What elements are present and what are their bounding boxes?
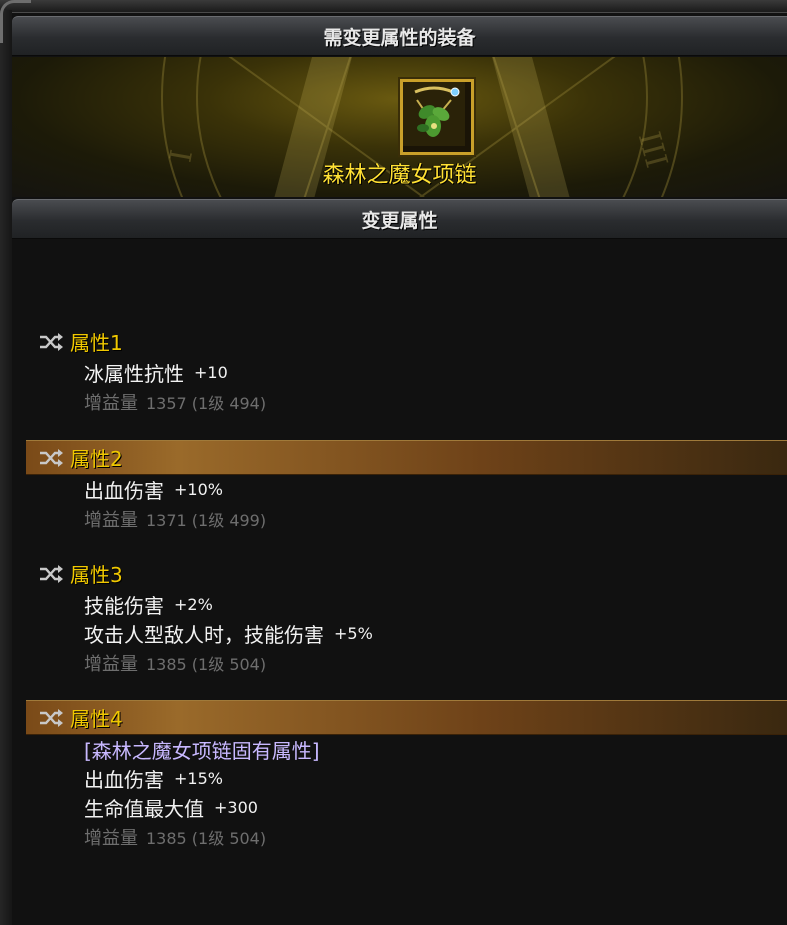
stat-value: +10% bbox=[174, 480, 223, 499]
shuffle-icon bbox=[40, 708, 63, 727]
gain-line: 增益量 1385 (1级 504) bbox=[84, 822, 787, 851]
attribute-header[interactable]: 属性3 bbox=[26, 557, 787, 590]
stat-name: 生命值最大值 bbox=[84, 797, 204, 821]
attribute-line: 攻击人型敌人时，技能伤害 +5% bbox=[84, 619, 787, 648]
gain-value: 1385 (1级 504) bbox=[146, 828, 267, 848]
change-section-header: 变更属性 bbox=[12, 199, 787, 239]
change-section-title: 变更属性 bbox=[361, 209, 438, 232]
attribute-header[interactable]: 属性1 bbox=[26, 325, 787, 358]
attribute-line: 出血伤害 +10% bbox=[84, 475, 787, 504]
stat-value: +2% bbox=[174, 595, 213, 614]
attribute-label: 属性1 bbox=[70, 331, 123, 355]
stat-value: +15% bbox=[174, 769, 223, 788]
attribute-label: 属性3 bbox=[70, 563, 123, 587]
stat-value: +300 bbox=[214, 798, 258, 817]
shuffle-icon bbox=[40, 448, 63, 467]
shuffle-icon bbox=[40, 564, 63, 583]
attribute-option-1[interactable]: 属性1 冰属性抗性 +10 增益量 1357 (1级 494) bbox=[26, 325, 787, 416]
attribute-line: 出血伤害 +15% bbox=[84, 764, 787, 793]
attribute-line: 技能伤害 +2% bbox=[84, 590, 787, 619]
stat-value: +5% bbox=[334, 624, 373, 643]
attribute-label: 属性4 bbox=[70, 707, 123, 731]
window-left-edge bbox=[0, 10, 12, 925]
gain-value: 1371 (1级 499) bbox=[146, 510, 267, 530]
stat-name: 冰属性抗性 bbox=[84, 362, 184, 386]
gain-line: 增益量 1357 (1级 494) bbox=[84, 387, 787, 416]
attribute-line: 冰属性抗性 +10 bbox=[84, 358, 787, 387]
attribute-option-3[interactable]: 属性3 技能伤害 +2% 攻击人型敌人时，技能伤害 +5% 增益量 1385 (… bbox=[26, 557, 787, 677]
gain-line: 增益量 1371 (1级 499) bbox=[84, 504, 787, 533]
stat-name: 出血伤害 bbox=[84, 479, 164, 503]
attribute-option-4[interactable]: 属性4 [森林之魔女项链固有属性] 出血伤害 +15% 生命值最大值 +300 … bbox=[26, 700, 787, 851]
window-top-edge bbox=[0, 0, 787, 13]
equip-section-title: 需变更属性的装备 bbox=[323, 26, 476, 49]
gain-label: 增益量 bbox=[84, 392, 138, 414]
attribute-line: 生命值最大值 +300 bbox=[84, 793, 787, 822]
stat-name: 技能伤害 bbox=[84, 594, 164, 618]
attribute-change-panel: 需变更属性的装备 III I 森林之魔女项链 变更属性 属性1 冰属性抗性 +1… bbox=[0, 0, 787, 925]
shuffle-icon bbox=[40, 332, 63, 351]
gain-label: 增益量 bbox=[84, 509, 138, 531]
equip-section-header: 需变更属性的装备 bbox=[12, 16, 787, 56]
gain-label: 增益量 bbox=[84, 827, 138, 849]
attribute-header[interactable]: 属性2 bbox=[26, 440, 787, 475]
attribute-option-2[interactable]: 属性2 出血伤害 +10% 增益量 1371 (1级 499) bbox=[26, 440, 787, 533]
item-name: 森林之魔女项链 bbox=[322, 163, 477, 188]
gain-value: 1385 (1级 504) bbox=[146, 654, 267, 674]
gain-label: 增益量 bbox=[84, 653, 138, 675]
attribute-header[interactable]: 属性4 bbox=[26, 700, 787, 735]
stat-value: +10 bbox=[194, 363, 228, 382]
gain-line: 增益量 1385 (1级 504) bbox=[84, 648, 787, 677]
necklace-icon[interactable] bbox=[400, 79, 474, 155]
item-banner: III I 森林之魔女项链 bbox=[12, 57, 787, 197]
gain-value: 1357 (1级 494) bbox=[146, 393, 267, 413]
stat-name: 攻击人型敌人时，技能伤害 bbox=[84, 623, 324, 647]
stat-name: 出血伤害 bbox=[84, 768, 164, 792]
attribute-label: 属性2 bbox=[70, 447, 123, 471]
inherent-attribute-tag: [森林之魔女项链固有属性] bbox=[84, 739, 320, 763]
